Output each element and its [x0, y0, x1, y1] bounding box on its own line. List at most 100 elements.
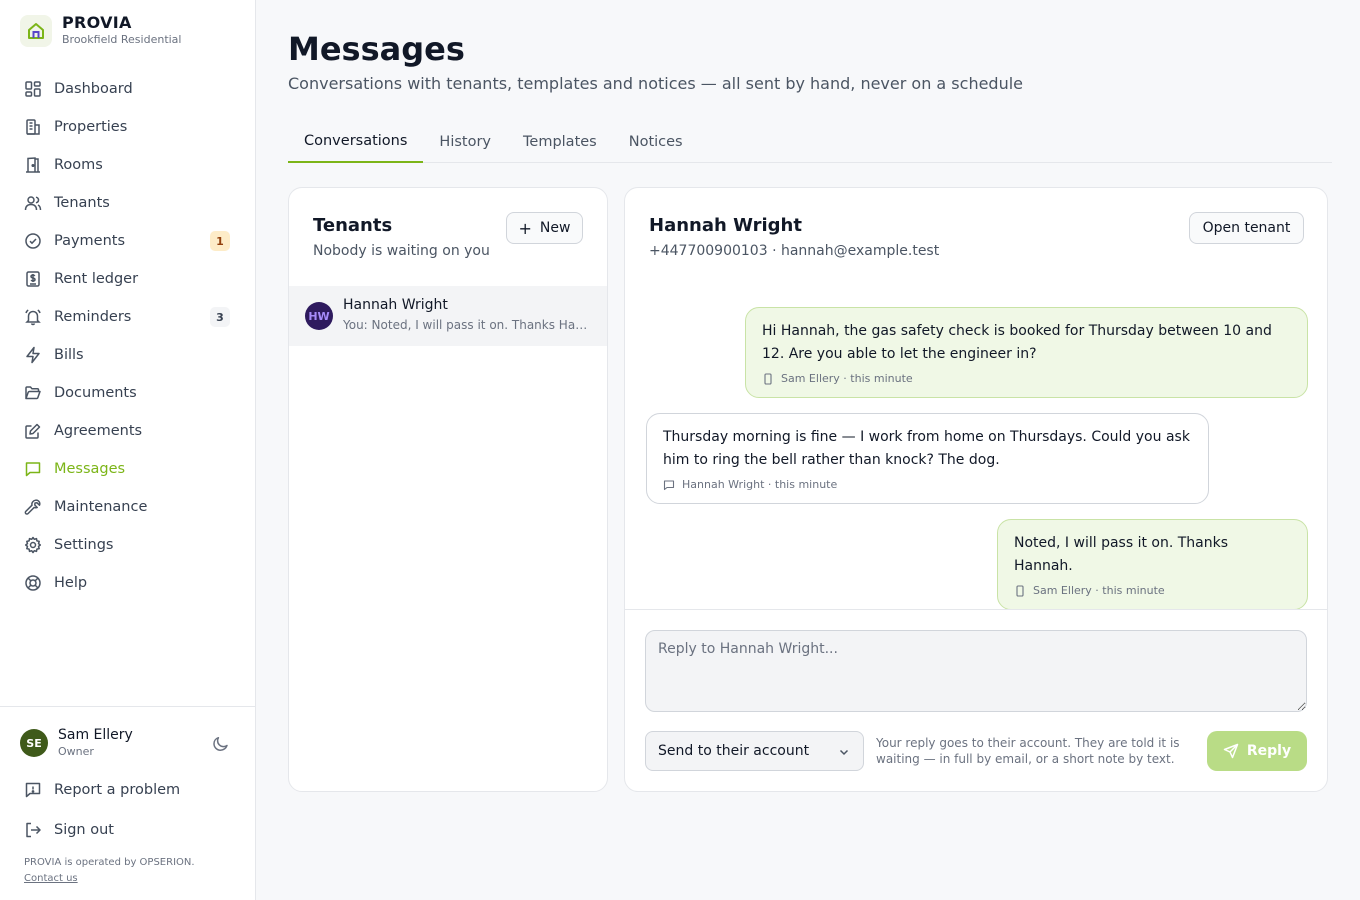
sidebar-item-settings[interactable]: Settings — [12, 526, 244, 564]
tab-templates[interactable]: Templates — [507, 120, 613, 163]
report-icon — [24, 781, 42, 799]
page-subtitle: Conversations with tenants, templates an… — [288, 74, 1024, 93]
sidebar-item-label: Payments — [54, 233, 126, 249]
message-text: Thursday morning is fine — I work from h… — [663, 429, 1190, 468]
reply-button[interactable]: Reply — [1207, 731, 1307, 771]
brand-name: PROVIA — [62, 13, 132, 32]
sidebar-item-label: Rooms — [54, 157, 103, 173]
sidebar-item-payments[interactable]: Payments 1 — [12, 222, 244, 260]
send-channel-value: Send to their account — [658, 743, 810, 759]
dashboard-icon — [24, 80, 42, 98]
tab-history[interactable]: History — [423, 120, 507, 163]
reply-button-label: Reply — [1246, 743, 1292, 759]
conversation-preview: You: Noted, I will pass it on. Thanks Ha… — [343, 318, 591, 332]
lightning-icon — [24, 346, 42, 364]
sidebar-item-agreements[interactable]: Agreements — [12, 412, 244, 450]
plus-icon: + — [518, 218, 532, 238]
wrench-icon — [24, 498, 42, 516]
message-meta: Hannah Wright · this minute — [682, 478, 838, 491]
message-meta: Sam Ellery · this minute — [1033, 584, 1165, 597]
tenants-panel: Tenants Nobody is waiting on you + New H… — [288, 187, 608, 792]
sidebar-item-label: Maintenance — [54, 499, 148, 515]
sign-out-icon — [24, 821, 42, 839]
building-icon — [24, 118, 42, 136]
sidebar-item-rent-ledger[interactable]: Rent ledger — [12, 260, 244, 298]
user-profile[interactable]: SE Sam Ellery Owner — [20, 727, 133, 759]
sidebar-item-label: Rent ledger — [54, 271, 139, 287]
thread-title: Hannah Wright — [649, 215, 802, 236]
message-text: Hi Hannah, the gas safety check is booke… — [762, 323, 1272, 362]
sidebar-item-rooms[interactable]: Rooms — [12, 146, 244, 184]
message-bubble-incoming: Thursday morning is fine — I work from h… — [646, 413, 1209, 504]
sidebar-item-maintenance[interactable]: Maintenance — [12, 488, 244, 526]
sidebar-item-label: Help — [54, 575, 88, 591]
sidebar: PROVIA Brookfield Residential Dashboard … — [0, 0, 256, 900]
users-icon — [24, 194, 42, 212]
thread-contact: +447700900103 · hannah@example.test — [649, 243, 940, 259]
avatar: SE — [20, 729, 48, 757]
message-bubble-outgoing: Noted, I will pass it on. Thanks Hannah.… — [997, 519, 1308, 610]
phone-icon — [762, 372, 774, 385]
sidebar-item-label: Dashboard — [54, 81, 133, 97]
gear-icon — [24, 536, 42, 554]
send-channel-select[interactable]: Send to their account — [645, 731, 864, 771]
report-problem-link[interactable]: Report a problem — [24, 781, 180, 799]
chat-icon — [24, 460, 42, 478]
sidebar-nav: Dashboard Properties Rooms Tenants Payme… — [12, 70, 244, 602]
brand[interactable]: PROVIA Brookfield Residential — [20, 14, 181, 48]
conversation-name: Hannah Wright — [343, 297, 448, 313]
tab-bar: Conversations History Templates Notices — [288, 120, 1332, 163]
door-icon — [24, 156, 42, 174]
folder-icon — [24, 384, 42, 402]
sidebar-item-label: Documents — [54, 385, 137, 401]
tab-conversations[interactable]: Conversations — [288, 120, 424, 163]
thread-panel: Hannah Wright +447700900103 · hannah@exa… — [624, 187, 1328, 792]
sidebar-item-messages[interactable]: Messages — [12, 450, 244, 488]
reminders-count-badge: 3 — [210, 307, 230, 327]
sidebar-item-label: Reminders — [54, 309, 132, 325]
message-bubble-outgoing: Hi Hannah, the gas safety check is booke… — [745, 307, 1308, 398]
sidebar-item-label: Properties — [54, 119, 128, 135]
sidebar-item-properties[interactable]: Properties — [12, 108, 244, 146]
new-button-label: New — [539, 220, 571, 236]
sidebar-item-documents[interactable]: Documents — [12, 374, 244, 412]
reply-composer: Send to their account Your reply goes to… — [625, 609, 1327, 792]
sidebar-item-help[interactable]: Help — [12, 564, 244, 602]
tenants-title: Tenants — [313, 215, 393, 236]
chevron-down-icon — [837, 745, 851, 759]
reply-input[interactable] — [645, 630, 1307, 712]
phone-icon — [1014, 584, 1026, 597]
check-circle-icon — [24, 232, 42, 250]
user-role: Owner — [58, 745, 94, 758]
sidebar-item-label: Agreements — [54, 423, 143, 439]
contact-link[interactable]: Contact us — [24, 873, 78, 884]
sign-out-link[interactable]: Sign out — [24, 821, 114, 839]
message-text: Noted, I will pass it on. Thanks Hannah. — [1014, 535, 1229, 574]
avatar: HW — [305, 302, 333, 330]
sidebar-item-reminders[interactable]: Reminders 3 — [12, 298, 244, 336]
payments-count-badge: 1 — [210, 231, 230, 251]
chat-icon — [663, 479, 675, 491]
lifebuoy-icon — [24, 574, 42, 592]
tab-notices[interactable]: Notices — [613, 120, 699, 163]
page-title: Messages — [288, 30, 465, 68]
message-meta: Sam Ellery · this minute — [781, 372, 913, 385]
moon-icon[interactable] — [212, 735, 230, 753]
sidebar-item-tenants[interactable]: Tenants — [12, 184, 244, 222]
pen-square-icon — [24, 422, 42, 440]
legal-note: PROVIA is operated by OPSERION. Contact … — [24, 855, 195, 887]
sign-out-label: Sign out — [54, 822, 114, 838]
sidebar-item-bills[interactable]: Bills — [12, 336, 244, 374]
sidebar-item-dashboard[interactable]: Dashboard — [12, 70, 244, 108]
user-name: Sam Ellery — [58, 727, 133, 743]
open-tenant-button[interactable]: Open tenant — [1189, 212, 1304, 244]
new-conversation-button[interactable]: + New — [506, 212, 583, 244]
send-icon — [1223, 743, 1239, 759]
sidebar-item-label: Tenants — [54, 195, 110, 211]
brand-subtitle: Brookfield Residential — [62, 33, 182, 46]
tenants-subtitle: Nobody is waiting on you — [313, 243, 490, 259]
sidebar-footer: SE Sam Ellery Owner Report a problem Sig… — [0, 706, 255, 884]
sidebar-item-label: Messages — [54, 461, 126, 477]
sidebar-item-label: Settings — [54, 537, 114, 553]
conversation-item[interactable]: HW Hannah Wright You: Noted, I will pass… — [289, 286, 607, 346]
